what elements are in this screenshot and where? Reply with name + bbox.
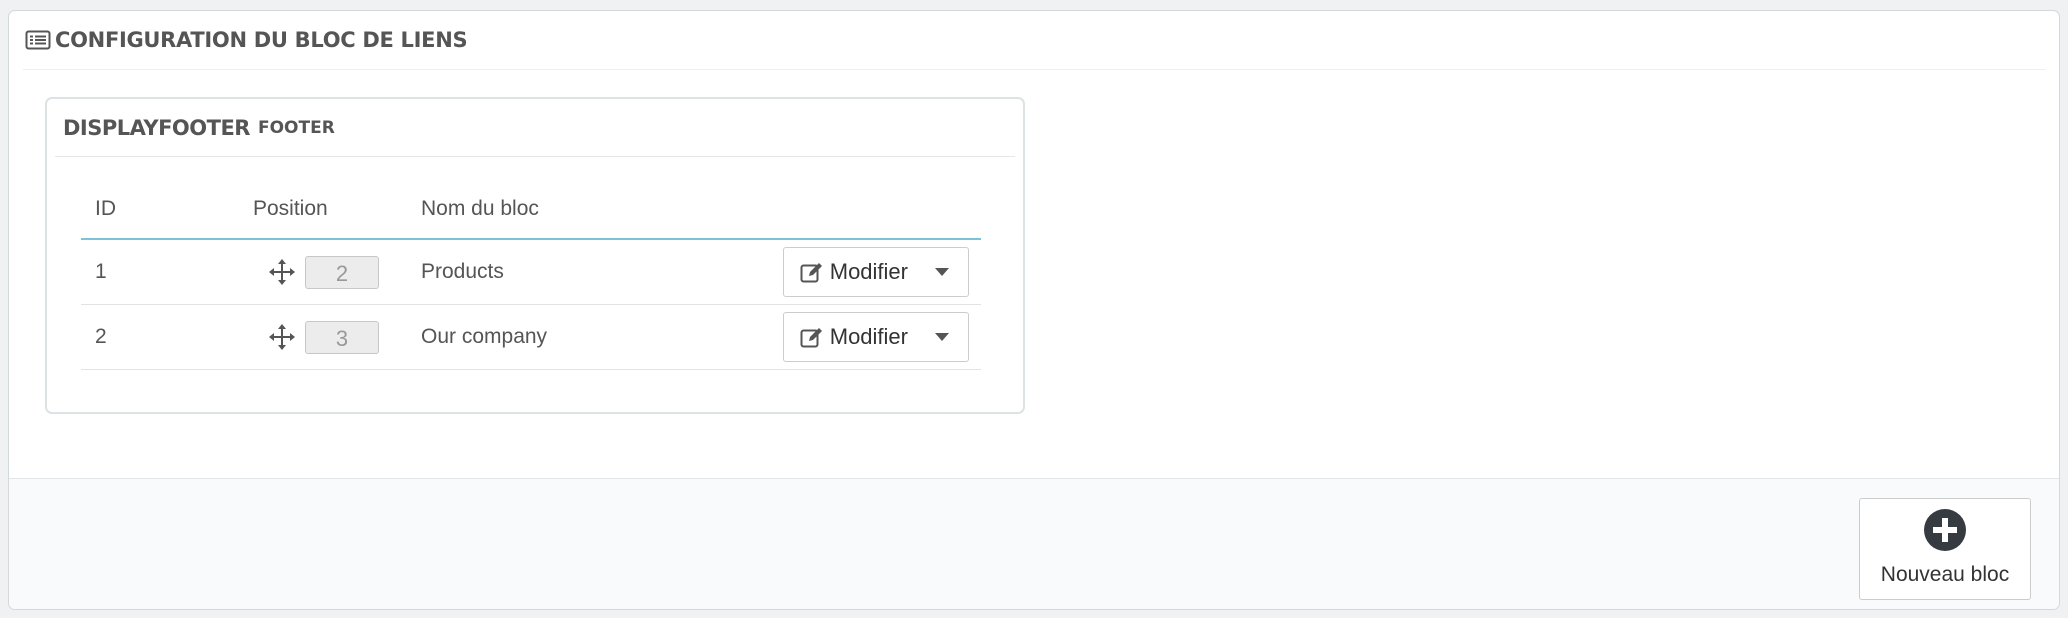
edit-icon (800, 263, 822, 283)
row-id: 2 (81, 304, 169, 370)
new-block-label: Nouveau bloc (1880, 563, 2010, 586)
caret-down-icon (935, 333, 949, 341)
row-block-name: Products (421, 239, 771, 305)
panel-footer: Nouveau bloc (9, 478, 2059, 609)
drag-move-icon[interactable] (269, 324, 295, 350)
modify-button[interactable]: Modifier (784, 313, 916, 361)
header-id: ID (81, 179, 169, 240)
panel-heading: CONFIGURATION DU BLOC DE LIENS (23, 11, 2045, 70)
panel-body: DISPLAYFOOTER FOOTER ID Position Nom du … (9, 70, 2059, 480)
row-block-name: Our company (421, 304, 771, 370)
table-row: 2 3 Our company Modifier (81, 304, 981, 370)
modify-dropdown-toggle[interactable] (916, 248, 968, 296)
row-actions: Modifier (771, 304, 981, 370)
position-value: 3 (305, 320, 379, 354)
modify-button[interactable]: Modifier (784, 248, 916, 296)
modify-dropdown-toggle[interactable] (916, 313, 968, 361)
row-id: 1 (81, 239, 169, 305)
links-table: ID Position Nom du bloc 1 2 Products Mod… (81, 179, 981, 370)
table-header-row: ID Position Nom du bloc (81, 179, 981, 240)
panel-title: CONFIGURATION DU BLOC DE LIENS (55, 28, 468, 52)
position-value: 2 (305, 255, 379, 289)
drag-move-icon[interactable] (269, 259, 295, 285)
hook-name: DISPLAYFOOTER (63, 115, 250, 140)
header-name: Nom du bloc (421, 179, 771, 240)
modify-button-group: Modifier (782, 247, 969, 297)
new-block-button[interactable]: Nouveau bloc (1859, 498, 2031, 600)
links-block-panel: CONFIGURATION DU BLOC DE LIENS DISPLAYFO… (8, 10, 2060, 610)
hook-heading: DISPLAYFOOTER FOOTER (55, 99, 1015, 157)
header-actions (771, 179, 981, 240)
plus-circle-icon (1924, 509, 1966, 551)
row-position-cell: 3 (169, 304, 421, 370)
row-position-cell: 2 (169, 239, 421, 305)
hook-subpanel: DISPLAYFOOTER FOOTER ID Position Nom du … (45, 97, 1025, 414)
hook-sub: FOOTER (257, 117, 335, 138)
list-icon (25, 30, 51, 50)
table-row: 1 2 Products Modifier (81, 239, 981, 305)
modify-button-group: Modifier (782, 312, 969, 362)
row-actions: Modifier (771, 239, 981, 305)
header-position: Position (169, 179, 421, 240)
caret-down-icon (935, 268, 949, 276)
edit-icon (800, 328, 822, 348)
